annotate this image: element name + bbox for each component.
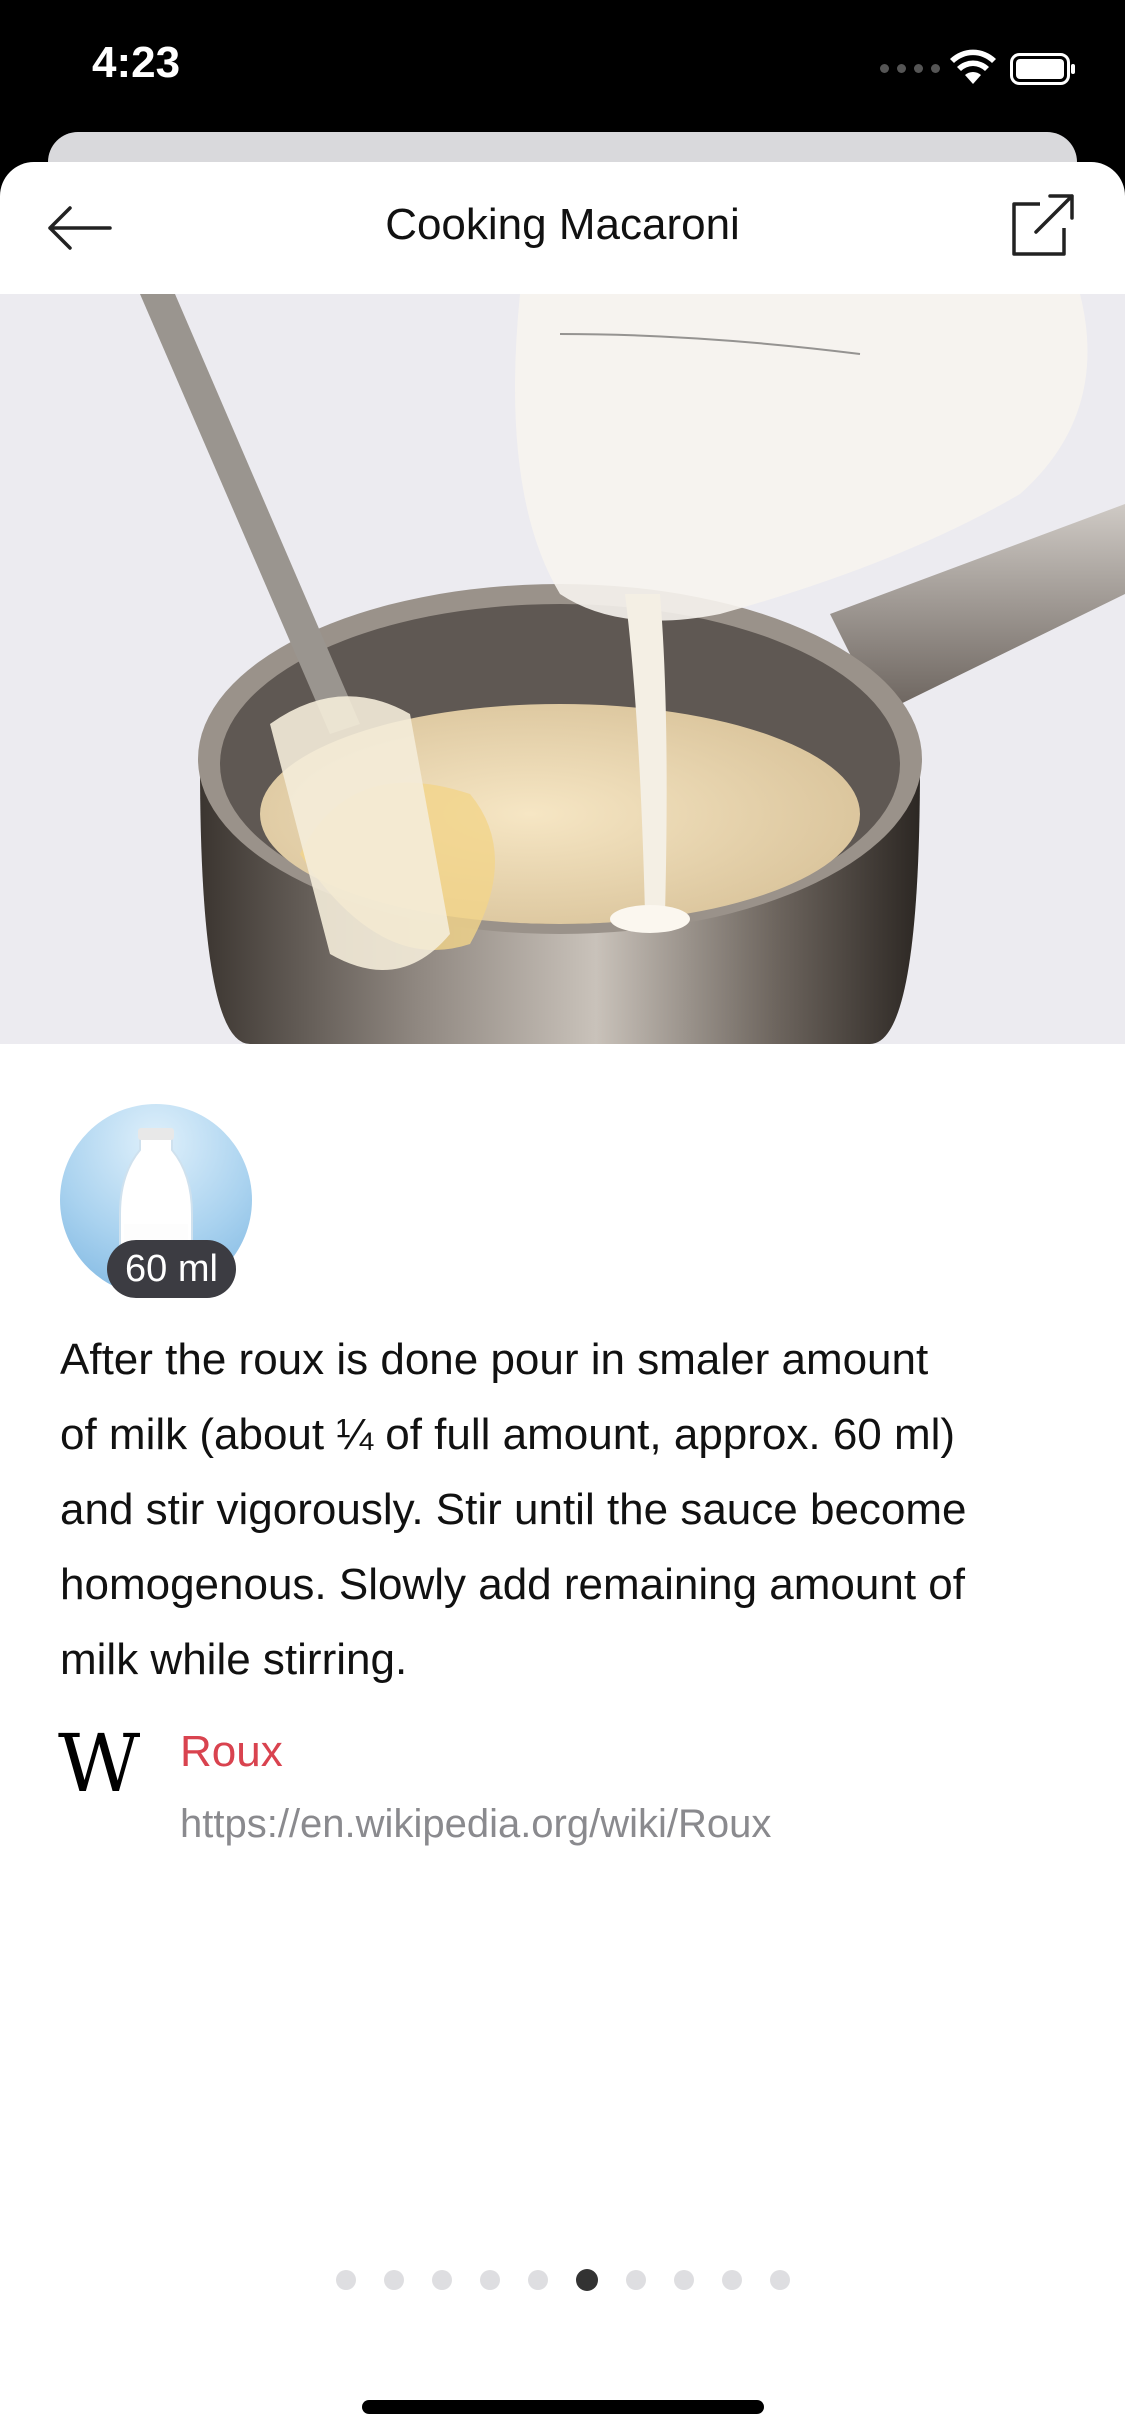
step-photo[interactable]: [0, 294, 1125, 1044]
quantity-badge: 60 ml: [107, 1240, 236, 1298]
description-line: of milk (about ¼ of full amount, approx.…: [60, 1410, 956, 1459]
share-external-icon[interactable]: [1006, 190, 1078, 262]
description-line: homogenous. Slowly add remaining amount …: [60, 1560, 965, 1609]
step-dot-1[interactable]: [335, 2270, 356, 2290]
step-dot-8[interactable]: [673, 2270, 694, 2290]
step-dot-6-active[interactable]: [575, 2269, 598, 2291]
step-description: After the roux is done pour in smaler am…: [60, 1322, 1100, 1697]
step-dot-5[interactable]: [527, 2270, 548, 2290]
navigation-bar: Cooking Macaroni: [0, 162, 1125, 294]
recipe-step-sheet: Cooking Macaroni 60 ml After the roux is…: [0, 162, 1125, 2436]
step-dot-7[interactable]: [625, 2270, 646, 2290]
status-bar: 4:23: [0, 0, 1125, 135]
wifi-icon: [950, 49, 996, 84]
step-dot-4[interactable]: [479, 2270, 500, 2290]
step-dot-3[interactable]: [431, 2270, 452, 2290]
home-indicator[interactable]: [362, 2400, 764, 2414]
step-dot-9[interactable]: [721, 2270, 742, 2290]
steps-pager[interactable]: [0, 2269, 1125, 2291]
cellular-signal-icon: [880, 64, 940, 73]
status-time: 4:23: [92, 38, 181, 87]
battery-icon: [1010, 53, 1075, 85]
step-dot-2[interactable]: [383, 2270, 404, 2290]
reference-link-url[interactable]: https://en.wikipedia.org/wiki/Roux: [180, 1802, 771, 1847]
description-line: and stir vigorously. Stir until the sauc…: [60, 1485, 967, 1534]
reference-link-title[interactable]: Roux: [180, 1727, 283, 1777]
description-line: milk while stirring.: [60, 1635, 408, 1684]
description-line: After the roux is done pour in smaler am…: [60, 1335, 929, 1384]
page-title: Cooking Macaroni: [385, 200, 740, 249]
wikipedia-icon: W: [58, 1717, 141, 1810]
saucepan-photo: [0, 294, 1125, 1044]
step-dot-10[interactable]: [769, 2270, 790, 2290]
ingredient-avatar: 60 ml: [60, 1104, 252, 1298]
